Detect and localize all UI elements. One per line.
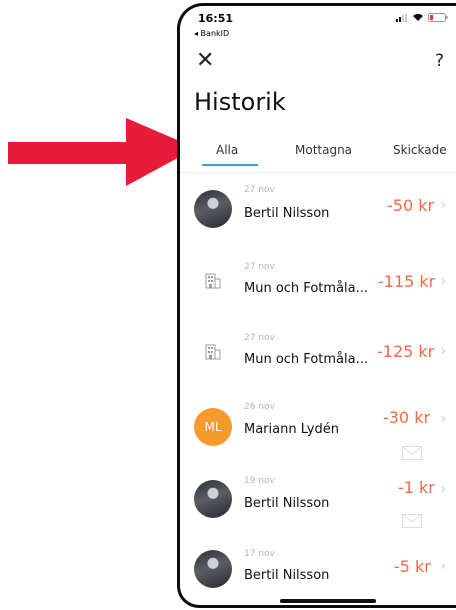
wifi-icon: [413, 13, 423, 21]
back-to-bankid-link[interactable]: ◂ BankID: [194, 29, 229, 38]
help-button[interactable]: ?: [435, 51, 444, 71]
message-envelope-icon: [402, 446, 422, 460]
avatar: [194, 480, 232, 518]
tab-sent[interactable]: Skickade: [393, 143, 447, 157]
transaction-date: 27 nov: [244, 185, 275, 195]
chevron-right-icon: ›: [440, 344, 446, 359]
page-title: Historik: [194, 88, 286, 116]
transaction-amount: -5 kr: [394, 557, 431, 576]
tab-received[interactable]: Mottagna: [295, 143, 352, 157]
building-icon: [205, 344, 221, 360]
tab-bar: Alla Mottagna Skickade: [180, 143, 456, 165]
tabs-divider: [180, 172, 456, 173]
avatar: ML: [194, 408, 232, 446]
transaction-name: Bertil Nilsson: [244, 496, 330, 511]
chevron-right-icon: ›: [440, 198, 446, 213]
building-icon: [205, 273, 221, 289]
chevron-right-icon: ›: [440, 412, 446, 427]
transaction-date: 27 nov: [244, 262, 275, 272]
battery-icon: [428, 13, 448, 22]
transaction-row[interactable]: 27 nov Bertil Nilsson -50 kr ›: [180, 182, 456, 252]
phone-screen: 16:51 ◂ BankID ✕ ? Historik Alla Mottagn…: [177, 3, 456, 608]
transaction-name: Bertil Nilsson: [244, 568, 330, 583]
transaction-amount: -115 kr: [378, 272, 436, 291]
transaction-date: 26 nov: [244, 402, 275, 412]
transaction-name: Mariann Lydén: [244, 422, 339, 437]
transaction-date: 27 nov: [244, 333, 275, 343]
transaction-amount: -50 kr: [387, 196, 435, 215]
avatar: [194, 550, 232, 588]
chevron-right-icon: ›: [440, 274, 446, 289]
transaction-amount: -30 kr: [383, 408, 431, 427]
status-icons: [396, 13, 448, 22]
transaction-row[interactable]: 27 nov Mun och Fotmåla... -115 kr ›: [180, 252, 456, 322]
active-tab-indicator: [202, 164, 258, 166]
transaction-amount: -1 kr: [398, 478, 435, 497]
avatar: [194, 190, 232, 228]
home-indicator: [280, 599, 376, 603]
transaction-row[interactable]: 19 nov Bertil Nilsson -1 kr ›: [180, 472, 456, 542]
chevron-right-icon: ›: [440, 482, 446, 497]
transaction-amount: -125 kr: [377, 342, 435, 361]
transaction-row[interactable]: 27 nov Mun och Fotmåla... -125 kr ›: [180, 322, 456, 392]
transaction-name: Mun och Fotmåla...: [244, 352, 368, 367]
transaction-name: Mun och Fotmåla...: [244, 281, 368, 296]
transaction-date: 17 nov: [244, 549, 275, 559]
red-arrow-annotation: [8, 118, 196, 186]
transaction-name: Bertil Nilsson: [244, 206, 330, 221]
tab-all[interactable]: Alla: [216, 143, 238, 157]
status-time: 16:51: [198, 12, 234, 25]
chevron-right-icon: ›: [440, 559, 446, 574]
signal-icon: [396, 13, 407, 22]
message-envelope-icon: [402, 514, 422, 528]
close-icon[interactable]: ✕: [196, 50, 214, 72]
transaction-date: 19 nov: [244, 476, 275, 486]
transaction-row[interactable]: ML 26 nov Mariann Lydén -30 kr ›: [180, 396, 456, 476]
